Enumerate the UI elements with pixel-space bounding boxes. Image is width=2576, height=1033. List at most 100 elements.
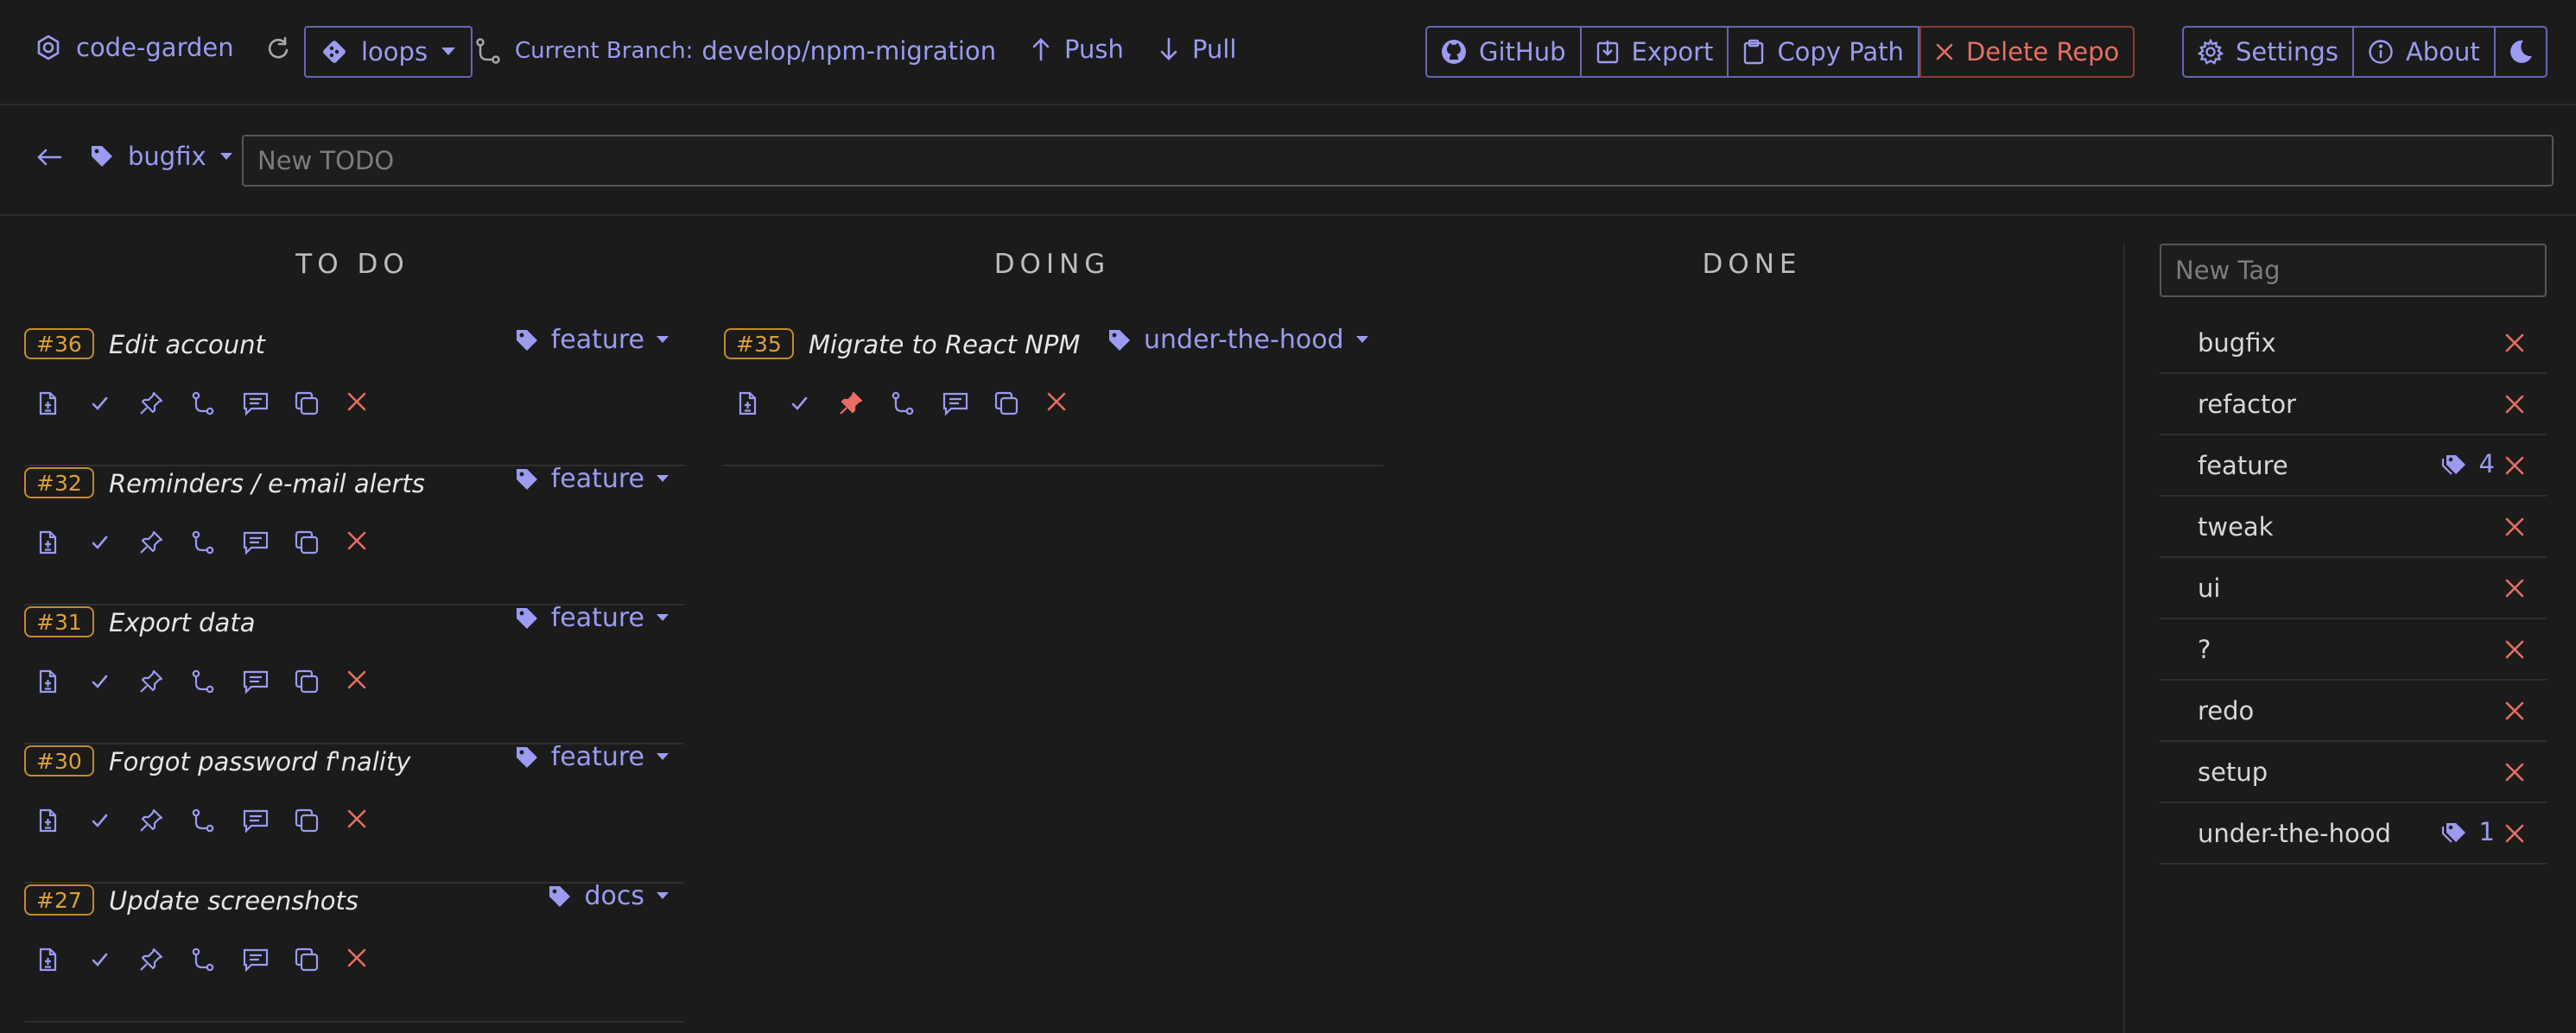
pin-button[interactable] <box>138 947 164 973</box>
delete-tag-button[interactable] <box>2503 577 2526 599</box>
complete-button[interactable] <box>86 947 112 973</box>
copy-button[interactable] <box>294 669 320 694</box>
repo-name-link[interactable]: code-garden <box>35 33 234 62</box>
details-button[interactable] <box>734 390 760 416</box>
tag-name[interactable]: ? <box>2198 635 2211 664</box>
copy-button[interactable] <box>294 947 320 973</box>
push-button[interactable]: Push <box>1031 35 1124 64</box>
branch-button[interactable] <box>190 390 216 416</box>
comment-button[interactable] <box>242 669 269 694</box>
tag-name[interactable]: refactor <box>2198 390 2296 419</box>
todo-tag-select[interactable]: feature <box>515 603 669 633</box>
complete-button[interactable] <box>86 390 112 416</box>
branch-button[interactable] <box>190 529 216 555</box>
todo-tag-select[interactable]: under-the-hood <box>1107 325 1368 355</box>
copy-button[interactable] <box>294 529 320 555</box>
details-button[interactable] <box>35 947 60 973</box>
tags-icon <box>2441 820 2467 844</box>
pin-button[interactable] <box>138 808 164 833</box>
delete-button[interactable] <box>346 947 371 973</box>
todo-tag-select[interactable]: docs <box>548 881 669 911</box>
branch-button[interactable] <box>190 947 216 973</box>
new-tag-input[interactable] <box>2160 244 2547 297</box>
branch-button[interactable] <box>890 390 916 416</box>
delete-button[interactable] <box>1045 390 1071 416</box>
complete-button[interactable] <box>86 808 112 833</box>
pin-button[interactable] <box>138 529 164 555</box>
tag-name[interactable]: feature <box>2198 451 2288 480</box>
complete-button[interactable] <box>86 529 112 555</box>
todo-tag-select[interactable]: feature <box>515 325 669 355</box>
copy-icon <box>294 669 320 694</box>
delete-tag-button[interactable] <box>2503 638 2526 661</box>
details-button[interactable] <box>35 529 60 555</box>
theme-toggle-button[interactable] <box>2496 28 2546 76</box>
branch-select[interactable]: loops <box>304 26 473 78</box>
delete-button[interactable] <box>346 808 371 833</box>
pin-icon <box>838 390 864 416</box>
details-icon <box>35 529 60 555</box>
todo-tag-select[interactable]: feature <box>515 742 669 772</box>
todo-title[interactable]: Export data <box>109 608 255 637</box>
close-icon <box>346 669 371 694</box>
delete-repo-button[interactable]: Delete Repo <box>1919 26 2135 78</box>
github-button[interactable]: GitHub <box>1427 28 1582 76</box>
complete-button[interactable] <box>786 390 812 416</box>
delete-tag-button[interactable] <box>2503 332 2526 354</box>
export-button[interactable]: Export <box>1582 28 1729 76</box>
delete-button[interactable] <box>346 390 371 416</box>
delete-button[interactable] <box>346 529 371 555</box>
pull-button[interactable]: Pull <box>1159 35 1236 64</box>
branch-button[interactable] <box>190 808 216 833</box>
comment-button[interactable] <box>942 390 968 416</box>
tag-name[interactable]: ui <box>2198 574 2220 603</box>
tag-name[interactable]: redo <box>2198 696 2254 726</box>
comment-button[interactable] <box>242 529 269 555</box>
copy-button[interactable] <box>294 808 320 833</box>
filter-tag-select[interactable]: bugfix <box>90 142 232 171</box>
todo-title[interactable]: Update screenshots <box>109 886 358 916</box>
delete-tag-button[interactable] <box>2503 454 2526 477</box>
details-button[interactable] <box>35 390 60 416</box>
new-todo-input[interactable] <box>242 135 2554 187</box>
todo-title[interactable]: Reminders / e-mail alerts <box>109 469 425 498</box>
todo-title[interactable]: Migrate to React NPM <box>809 330 1080 359</box>
copy-path-button[interactable]: Copy Path <box>1729 28 1919 76</box>
tag-name[interactable]: under-the-hood <box>2198 819 2391 848</box>
copy-icon <box>993 390 1019 416</box>
tag-name[interactable]: setup <box>2198 757 2268 787</box>
branch-icon <box>475 37 501 65</box>
details-button[interactable] <box>35 808 60 833</box>
todo-card: #35 Migrate to React NPM under-the-hood <box>724 325 1384 466</box>
tag-name[interactable]: tweak <box>2198 512 2274 542</box>
delete-button[interactable] <box>346 669 371 694</box>
refresh-button[interactable] <box>266 36 290 60</box>
details-button[interactable] <box>35 669 60 694</box>
branch-button[interactable] <box>190 669 216 694</box>
branch-icon <box>190 808 216 833</box>
moon-icon <box>2508 39 2534 65</box>
delete-tag-button[interactable] <box>2503 393 2526 415</box>
copy-button[interactable] <box>294 390 320 416</box>
tag-name[interactable]: bugfix <box>2198 328 2276 358</box>
pin-button[interactable] <box>838 390 864 416</box>
pin-button[interactable] <box>138 390 164 416</box>
copy-button[interactable] <box>993 390 1019 416</box>
todo-tag-label: under-the-hood <box>1144 325 1344 355</box>
delete-tag-button[interactable] <box>2503 822 2526 845</box>
complete-button[interactable] <box>86 669 112 694</box>
about-button[interactable]: About <box>2354 28 2496 76</box>
comment-button[interactable] <box>242 390 269 416</box>
comment-button[interactable] <box>242 947 269 973</box>
delete-tag-button[interactable] <box>2503 516 2526 538</box>
pin-icon <box>138 947 164 973</box>
pin-button[interactable] <box>138 669 164 694</box>
todo-title[interactable]: Forgot password f'nality <box>109 747 410 776</box>
todo-title[interactable]: Edit account <box>109 330 265 359</box>
todo-tag-select[interactable]: feature <box>515 464 669 494</box>
delete-tag-button[interactable] <box>2503 700 2526 722</box>
back-button[interactable] <box>36 147 62 168</box>
comment-button[interactable] <box>242 808 269 833</box>
settings-button[interactable]: Settings <box>2184 28 2354 76</box>
delete-tag-button[interactable] <box>2503 761 2526 783</box>
